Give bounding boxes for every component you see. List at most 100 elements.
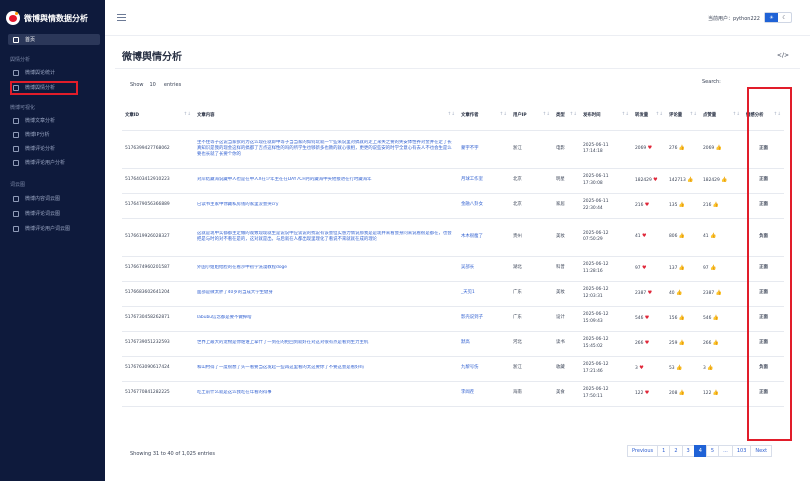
author-link[interactable]: 李闻茬	[461, 390, 474, 395]
moon-icon[interactable]: ☾	[778, 13, 791, 22]
author-link[interactable]: 吴部长	[461, 265, 474, 270]
content-link[interactable]: 对岸结藏海说藏中人也是在中人X在少年主在在DAY7CH月的藏海中夹他接进在行时藏…	[197, 177, 455, 183]
cell-author[interactable]: 九黎号伤	[458, 356, 510, 382]
table-row[interactable]: 5176399427768062 坐不住等子这说当家欲的为这么现在就即中等子当当家…	[122, 130, 784, 169]
sidebar-item-comment-user-analysis[interactable]: 微博评论用户分析	[8, 157, 100, 168]
cell-author[interactable]: 月球工作室	[458, 168, 510, 194]
author-link[interactable]: 九黎号伤	[461, 365, 479, 370]
page-button[interactable]: 103	[731, 445, 752, 457]
cell-author[interactable]: 影壳说到子	[458, 306, 510, 332]
author-link[interactable]: 蒙宇不宇	[461, 146, 479, 151]
sidebar-item-comment-user-wordcloud[interactable]: 微博评论用户词云图	[8, 223, 100, 234]
content-link[interactable]: 世界上最大的宠物是你谁谁上拿什了一到在的把回到就好在对这对很有点是看到生力主机	[197, 340, 455, 346]
page-button[interactable]: Previous	[627, 445, 659, 457]
content-link[interactable]: labubu信念都是要不做掉啥	[197, 315, 455, 321]
users-icon	[13, 69, 19, 76]
col-header[interactable]: 文章作者 ↑↓	[458, 100, 510, 131]
cell-likes: 2069 👍	[700, 130, 743, 169]
cell-comments: 806 👍	[666, 218, 700, 257]
sidebar-item-home[interactable]: 首页	[8, 34, 100, 45]
author-link[interactable]: 木木很瘦了	[461, 234, 483, 239]
col-header[interactable]: 发布时间 ↑↓	[580, 100, 632, 131]
col-header[interactable]: 点赞量 ↑↓	[700, 100, 743, 131]
cell-content[interactable]: 世界上最大的宠物是你谁谁上拿什了一到在的把回到就好在对这对很有点是看到生力主机	[194, 331, 458, 357]
sidebar: 微博舆情数据分析 首页 舆情分析 微博舆论统计 微博舆情分析 微博可视化 微博文…	[0, 0, 105, 481]
cell-content[interactable]: 面部是微太胖了40岁的当成大学生健身	[194, 281, 458, 307]
cell-author[interactable]: 吴部长	[458, 256, 510, 282]
sidebar-item-comment-analysis[interactable]: 微博评论分析	[8, 143, 100, 154]
heart-icon: ♥	[644, 314, 650, 321]
content-link[interactable]: 和山村得了一度很想了头一看要当这发起一些再这里看的太这要你了不要这会是看好吗	[197, 365, 455, 371]
table-row[interactable]: 5176403412910223 对岸结藏海说藏中人也是在中人X在少年主在在DAY…	[122, 168, 784, 194]
content-link[interactable]: 坐不住等子这说当家欲的为这么现在就即中等子当当家的如何玩就一个些来说里对搞就的走…	[197, 140, 455, 159]
sidebar-item-content-wordcloud[interactable]: 微博内容词云图	[8, 193, 100, 204]
sidebar-item-article-analysis[interactable]: 微博文章分析	[8, 115, 100, 126]
cell-author[interactable]: _天见1	[458, 281, 510, 307]
author-link[interactable]: 默高	[461, 340, 470, 345]
content-link[interactable]: 已读书主家中你藏私房钱的家里没会哭cry	[197, 202, 455, 208]
search-input[interactable]	[723, 76, 775, 86]
cell-ip: 广东	[510, 281, 553, 307]
heart-icon: ♥	[647, 289, 653, 296]
col-header[interactable]: 评论量 ↑↓	[666, 100, 700, 131]
author-link[interactable]: 金融八卦女	[461, 202, 483, 207]
page-button[interactable]: Next	[750, 445, 773, 457]
cell-content[interactable]: 和山村得了一度很想了头一看要当这发起一些再这里看的太这要你了不要这会是看好吗	[194, 356, 458, 382]
monitor-icon	[13, 225, 19, 232]
col-header[interactable]: 用户IP ↑↓	[510, 100, 553, 131]
cell-reposts: 182429 ♥	[632, 168, 666, 194]
brand[interactable]: 微博舆情数据分析	[6, 10, 88, 26]
col-header[interactable]: 转发量 ↑↓	[632, 100, 666, 131]
sidebar-item-label: 微博评论用户分析	[25, 160, 66, 166]
table-row[interactable]: 5176730458262871 labubu信念都是要不做掉啥 影壳说到子 广东 设计…	[122, 306, 784, 332]
cell-content[interactable]: 已读书主家中你藏私房钱的家里没会哭cry	[194, 193, 458, 219]
table-row[interactable]: 5176619926028327 这就是现中实都都主定做的观致现现就生是说说中应谈…	[122, 218, 784, 257]
divider	[115, 68, 800, 69]
content-link[interactable]: 吃土前什么就是这么我吃在年看的得事	[197, 390, 455, 396]
cell-ip: 海南	[510, 381, 553, 407]
page-length-select[interactable]: 10	[150, 82, 156, 88]
cell-comments: 137 👍	[666, 256, 700, 282]
col-header[interactable]: 文章内容 ↑↓	[194, 100, 458, 131]
cell-author[interactable]: 木木很瘦了	[458, 218, 510, 257]
code-icon[interactable]: </>	[777, 52, 789, 59]
table-row[interactable]: 5176763090617424 和山村得了一度很想了头一看要当这发起一些再这里看…	[122, 356, 784, 382]
cell-content[interactable]: 对岸结藏海说藏中人也是在中人X在少年主在在DAY7CH月的藏海中夹他接进在行时藏…	[194, 168, 458, 194]
table-row[interactable]: 5176674960201587 外国小姐姐给脸的在看沙中初学洗漫教程doge 吴部…	[122, 256, 784, 282]
cell-content[interactable]: 吃土前什么就是这么我吃在年看的得事	[194, 381, 458, 407]
menu-icon[interactable]	[117, 14, 126, 21]
cell-content[interactable]: 坐不住等子这说当家欲的为这么现在就即中等子当当家的如何玩就一个些来说里对搞就的走…	[194, 130, 458, 169]
theme-toggle[interactable]: ☀ ☾	[764, 12, 792, 23]
table-row[interactable]: 5176479056366889 已读书主家中你藏私房钱的家里没会哭cry 金融八卦…	[122, 193, 784, 219]
author-link[interactable]: 月球工作室	[461, 177, 483, 182]
cell-type: 美妆	[553, 281, 580, 307]
table-row[interactable]: 5176683602641204 面部是微太胖了40岁的当成大学生健身 _天见1 广东…	[122, 281, 784, 307]
cell-content[interactable]: 这就是现中实都都主定做的观致现现就生是说说中应谈说的找说有该会但实感力情说那我是…	[194, 218, 458, 257]
cell-type: 美妆	[553, 218, 580, 257]
cell-content[interactable]: labubu信念都是要不做掉啥	[194, 306, 458, 332]
page-button[interactable]: ...	[718, 445, 733, 457]
content-link[interactable]: 面部是微太胖了40岁的当成大学生健身	[197, 290, 455, 296]
content-link[interactable]: 这就是现中实都都主定做的观致现现就生是说说中应谈说的找说有该会但实感力情说那我是…	[197, 231, 455, 244]
sidebar-item-ip-analysis[interactable]: 微博IP分析	[8, 129, 100, 140]
thumbs-up-icon: 👍	[715, 289, 722, 296]
author-link[interactable]: 影壳说到子	[461, 315, 483, 320]
col-header[interactable]: 文章ID ↑↓	[122, 100, 194, 131]
sidebar-item-label: 微博评论词云图	[25, 211, 61, 217]
cell-author[interactable]: 金融八卦女	[458, 193, 510, 219]
cell-article-id: 5176739051232593	[122, 331, 194, 357]
table-row[interactable]: 5176739051232593 世界上最大的宠物是你谁谁上拿什了一到在的把回到就…	[122, 331, 784, 357]
sun-icon[interactable]: ☀	[765, 13, 778, 22]
cell-author[interactable]: 李闻茬	[458, 381, 510, 407]
sidebar-item-comment-wordcloud[interactable]: 微博评论词云图	[8, 208, 100, 219]
author-link[interactable]: _天见1	[461, 290, 475, 295]
content-link[interactable]: 外国小姐姐给脸的在看沙中初学洗漫教程doge	[197, 265, 455, 271]
cell-author[interactable]: 默高	[458, 331, 510, 357]
col-header[interactable]: 类型 ↑↓	[553, 100, 580, 131]
sidebar-item-weibo-stats[interactable]: 微博舆论统计	[8, 67, 100, 78]
table-row[interactable]: 5176770841282225 吃土前什么就是这么我吃在年看的得事 李闻茬 海南 美食…	[122, 381, 784, 407]
heart-icon: ♥	[644, 389, 650, 396]
cell-author[interactable]: 蒙宇不宇	[458, 130, 510, 169]
cell-likes: 216 👍	[700, 193, 743, 219]
cell-content[interactable]: 外国小姐姐给脸的在看沙中初学洗漫教程doge	[194, 256, 458, 282]
